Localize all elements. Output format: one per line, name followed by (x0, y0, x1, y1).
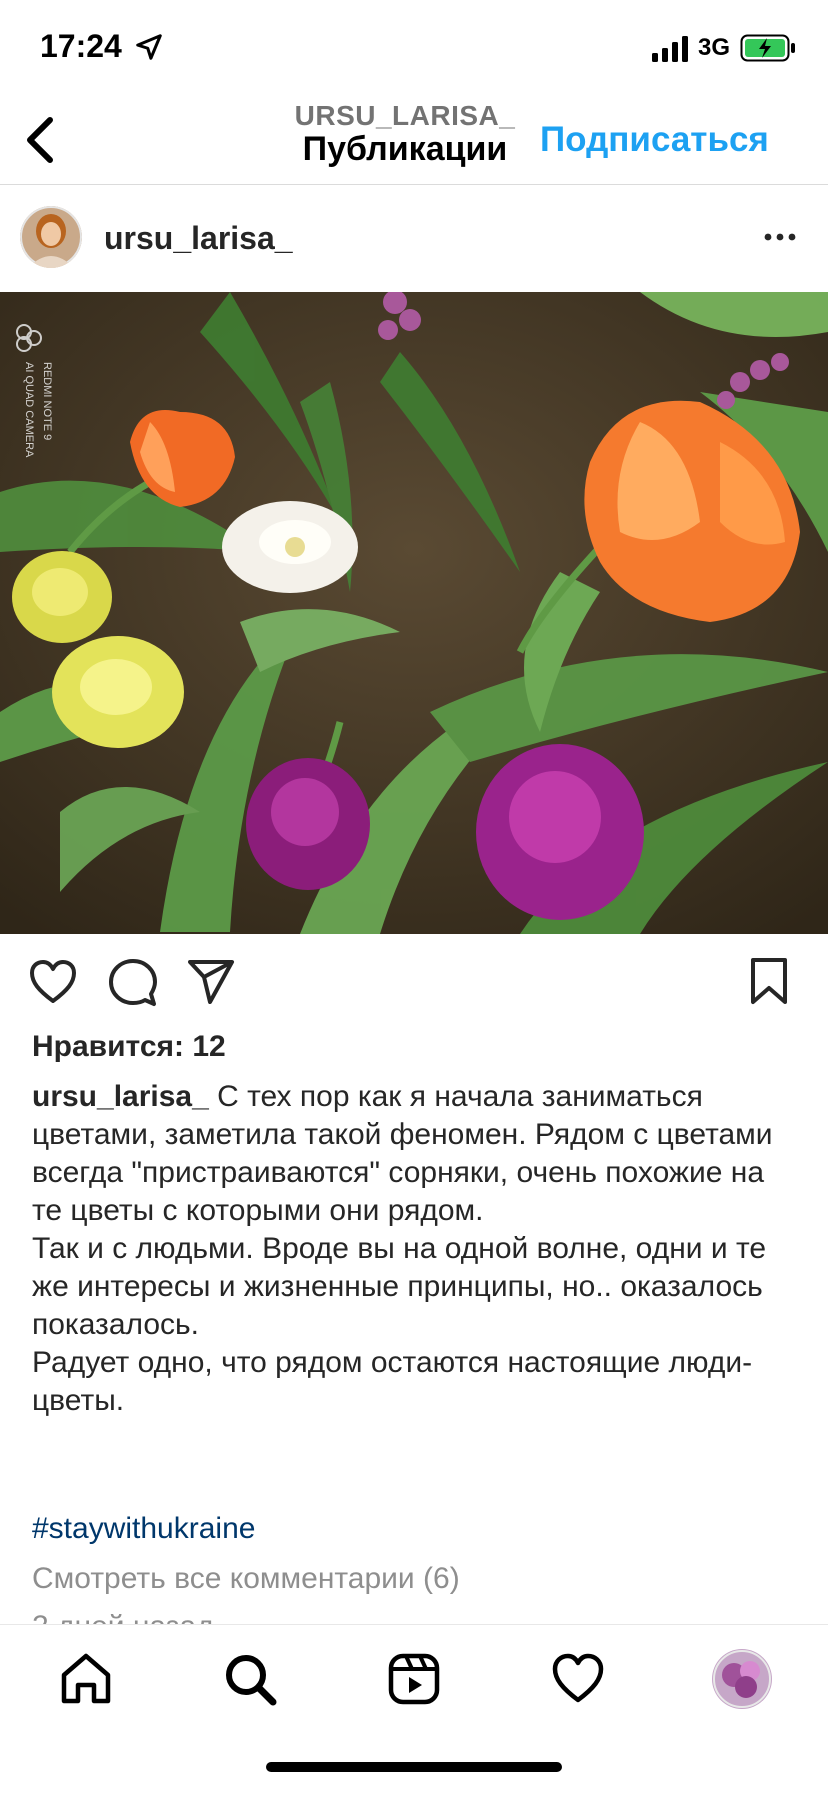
post-caption: ursu_larisa_ С тех пор как я начала зани… (32, 1078, 802, 1420)
photo-watermark-1: REDMI NOTE 9 (41, 362, 53, 440)
battery-charging-icon (740, 34, 795, 62)
comment-icon[interactable] (108, 958, 158, 1008)
home-indicator (266, 1762, 562, 1772)
likes-count[interactable]: Нравится: 12 (32, 1030, 226, 1064)
post-date: 2 дней назад (32, 1610, 214, 1624)
post-photo[interactable]: REDMI NOTE 9 AI QUAD CAMERA (0, 292, 828, 934)
photo-watermark-2: AI QUAD CAMERA (23, 362, 35, 458)
status-time: 17:24 (40, 28, 122, 64)
search-icon[interactable] (222, 1651, 278, 1707)
send-icon[interactable] (186, 958, 236, 1006)
page-title: Публикации (302, 130, 508, 168)
caption-text-3: Радует одно, что рядом остаются настоящи… (32, 1346, 753, 1417)
signal-icon (652, 36, 688, 62)
caption-text-2: Так и с людьми. Вроде вы на одной волне,… (32, 1232, 767, 1341)
post-author-avatar[interactable] (20, 206, 82, 268)
activity-heart-icon[interactable] (550, 1651, 606, 1707)
caption-username[interactable]: ursu_larisa_ (32, 1080, 209, 1113)
network-type: 3G (698, 34, 731, 61)
home-icon[interactable] (58, 1651, 114, 1707)
profile-avatar[interactable] (712, 1649, 772, 1709)
view-comments-link[interactable]: Смотреть все комментарии (6) (32, 1562, 460, 1596)
back-button[interactable] (20, 112, 64, 168)
post-username[interactable]: ursu_larisa_ (104, 220, 293, 257)
header-username: URSU_LARISA_ (294, 100, 516, 131)
more-horizontal-icon[interactable] (760, 222, 800, 252)
hashtag-link[interactable]: #staywithukraine (32, 1512, 255, 1546)
bookmark-icon[interactable] (748, 956, 790, 1006)
caption-paragraph-1: ursu_larisa_ С тех пор как я начала зани… (32, 1078, 802, 1230)
reels-icon[interactable] (386, 1651, 442, 1707)
follow-button[interactable]: Подписаться (540, 120, 769, 160)
heart-icon[interactable] (28, 958, 78, 1006)
location-arrow-icon (136, 34, 162, 60)
header-divider (0, 184, 828, 185)
